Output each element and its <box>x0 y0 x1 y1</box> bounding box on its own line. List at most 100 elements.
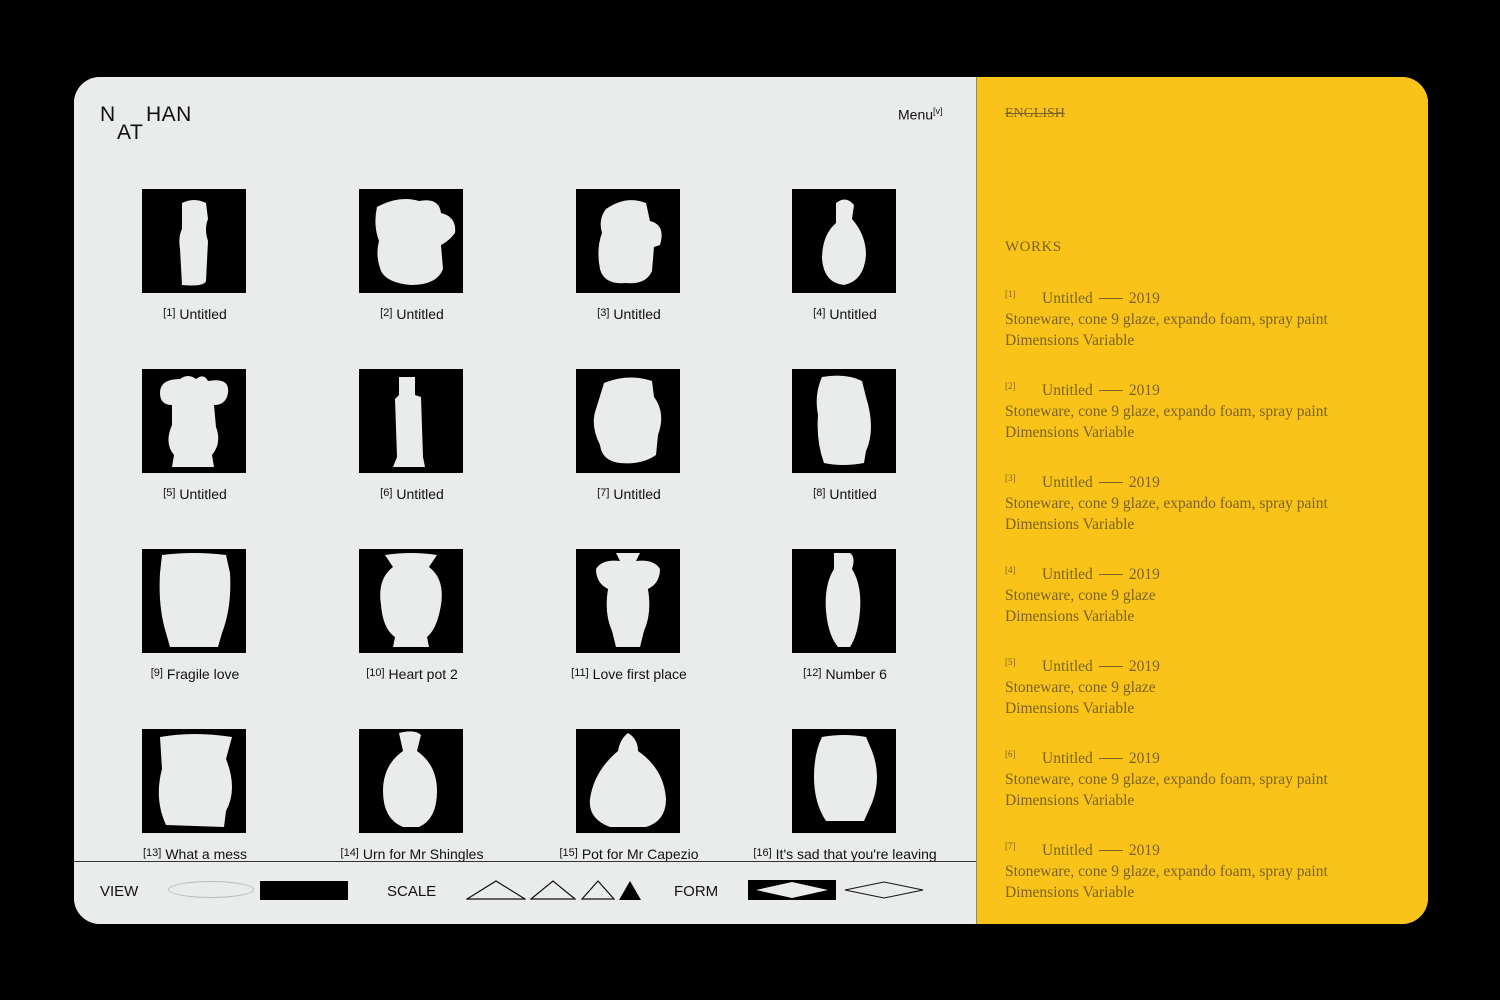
work-entry-heading: [6] Untitled 2019 <box>1005 744 1405 769</box>
work-card[interactable]: [3] Untitled <box>529 189 729 349</box>
work-entry[interactable]: [4] Untitled 2019 Stoneware, cone 9 glaze Di… <box>1005 560 1405 627</box>
work-title: Untitled <box>396 306 444 322</box>
work-card[interactable]: [6] Untitled <box>312 369 512 529</box>
work-title: Untitled <box>829 486 877 502</box>
work-entry[interactable]: [5] Untitled 2019 Stoneware, cone 9 glaze Di… <box>1005 652 1405 719</box>
work-entry[interactable]: [3] Untitled 2019 Stoneware, cone 9 glaze, … <box>1005 468 1405 535</box>
vase-silhouette-icon[interactable] <box>142 369 246 473</box>
work-card[interactable]: [11] Love first place <box>529 549 729 709</box>
work-card[interactable]: [10] Heart pot 2 <box>312 549 512 709</box>
vase-silhouette-icon[interactable] <box>359 189 463 293</box>
vase-silhouette-icon[interactable] <box>142 189 246 293</box>
work-entry-year: 2019 <box>1128 290 1160 307</box>
vase-silhouette-icon[interactable] <box>576 189 680 293</box>
work-number: [11] <box>571 667 589 679</box>
work-entry-title: Untitled <box>1042 750 1093 767</box>
work-number: [10] <box>366 667 385 679</box>
work-entry-title: Untitled <box>1042 566 1093 583</box>
vase-silhouette-icon[interactable] <box>359 729 463 833</box>
scale-medium-triangle-icon[interactable] <box>530 880 576 900</box>
scale-large-triangle-icon[interactable] <box>466 880 526 900</box>
work-entry[interactable]: [2] Untitled 2019 Stoneware, cone 9 glaze, … <box>1005 376 1405 443</box>
work-number: [2] <box>380 307 393 319</box>
work-caption: [16] It's sad that you're leaving <box>745 846 945 861</box>
work-entry-materials: Stoneware, cone 9 glaze, expando foam, s… <box>1005 771 1328 788</box>
work-caption: [9] Fragile love <box>95 666 295 682</box>
work-card[interactable]: [2] Untitled <box>312 189 512 349</box>
vase-silhouette-icon[interactable] <box>792 189 896 293</box>
work-card[interactable]: [12] Number 6 <box>745 549 945 709</box>
work-entry-title: Untitled <box>1042 658 1093 675</box>
work-card[interactable]: [1] Untitled <box>95 189 295 349</box>
work-card[interactable]: [4] Untitled <box>745 189 945 349</box>
work-title: Number 6 <box>825 666 887 682</box>
vase-silhouette-icon[interactable] <box>792 549 896 653</box>
work-entry-number: [2] <box>1005 381 1016 391</box>
work-entry-number: [4] <box>1005 565 1016 575</box>
work-entry-materials: Stoneware, cone 9 glaze, expando foam, s… <box>1005 403 1328 420</box>
work-entry-heading: [5] Untitled 2019 <box>1005 652 1405 677</box>
vase-silhouette-icon[interactable] <box>142 549 246 653</box>
work-entry-materials: Stoneware, cone 9 glaze, expando foam, s… <box>1005 863 1328 880</box>
form-diamond-filled-icon[interactable] <box>748 880 836 900</box>
work-entry-title: Untitled <box>1042 842 1093 859</box>
work-entry-heading: [3] Untitled 2019 <box>1005 468 1405 493</box>
scale-selected-triangle-icon[interactable] <box>619 880 641 900</box>
vase-silhouette-icon[interactable] <box>576 729 680 833</box>
toolbar: VIEW SCALE FORM <box>74 862 976 924</box>
work-entry[interactable]: [1] Untitled 2019 Stoneware, cone 9 glaze, … <box>1005 284 1405 351</box>
work-entry-materials: Stoneware, cone 9 glaze, expando foam, s… <box>1005 311 1328 328</box>
view-rect-button[interactable] <box>260 881 348 900</box>
work-caption: [10] Heart pot 2 <box>312 666 512 682</box>
work-title: Untitled <box>179 486 227 502</box>
work-title: Untitled <box>179 306 227 322</box>
view-oval-button[interactable] <box>168 881 254 898</box>
work-number: [16] <box>753 847 772 859</box>
work-card[interactable]: [8] Untitled <box>745 369 945 529</box>
scale-small-triangle-icon[interactable] <box>581 880 615 900</box>
work-entry-year: 2019 <box>1128 750 1160 767</box>
vase-silhouette-icon[interactable] <box>576 369 680 473</box>
vase-silhouette-icon[interactable] <box>359 369 463 473</box>
work-entry-dimensions: Dimensions Variable <box>1005 884 1135 901</box>
work-entry-number: [5] <box>1005 657 1016 667</box>
work-card[interactable]: [5] Untitled <box>95 369 295 529</box>
work-number: [5] <box>163 487 176 499</box>
work-number: [14] <box>340 847 359 859</box>
vase-silhouette-icon[interactable] <box>576 549 680 653</box>
work-entry-dimensions: Dimensions Variable <box>1005 332 1135 349</box>
work-title: Urn for Mr Shingles <box>362 846 484 861</box>
vase-silhouette-icon[interactable] <box>792 369 896 473</box>
work-entry[interactable]: [6] Untitled 2019 Stoneware, cone 9 glaze, … <box>1005 744 1405 811</box>
form-diamond-outline-icon[interactable] <box>844 880 924 900</box>
work-number: [12] <box>803 667 822 679</box>
work-entry-materials: Stoneware, cone 9 glaze, expando foam, s… <box>1005 495 1328 512</box>
work-card[interactable]: [16] It's sad that you're leaving <box>745 729 945 861</box>
work-card[interactable]: [9] Fragile love <box>95 549 295 709</box>
work-entry-heading: [1] Untitled 2019 <box>1005 284 1405 309</box>
work-entry-materials: Stoneware, cone 9 glaze <box>1005 679 1156 696</box>
work-entry-number: [6] <box>1005 749 1016 759</box>
work-entry-dimensions: Dimensions Variable <box>1005 700 1135 717</box>
dash-separator <box>1098 574 1123 575</box>
work-title: What a mess <box>165 846 248 861</box>
vase-silhouette-icon[interactable] <box>792 729 896 833</box>
app-window: N AT HAN Menu[v] [1] Untitled [2] Untitled[… <box>74 77 1428 924</box>
work-entry-materials: Stoneware, cone 9 glaze <box>1005 587 1156 604</box>
vase-silhouette-icon[interactable] <box>359 549 463 653</box>
work-card[interactable]: [14] Urn for Mr Shingles <box>312 729 512 861</box>
work-entry-dimensions: Dimensions Variable <box>1005 608 1135 625</box>
works-grid: [1] Untitled [2] Untitled [3] Untitled [4] Unti… <box>74 77 976 861</box>
vase-silhouette-icon[interactable] <box>142 729 246 833</box>
language-toggle[interactable]: ENGLISH <box>1005 106 1065 122</box>
work-card[interactable]: [13] What a mess <box>95 729 295 861</box>
work-number: [9] <box>150 667 163 679</box>
work-card[interactable]: [7] Untitled <box>529 369 729 529</box>
work-title: Untitled <box>396 486 444 502</box>
work-entry-dimensions: Dimensions Variable <box>1005 792 1135 809</box>
work-caption: [3] Untitled <box>529 306 729 322</box>
work-number: [3] <box>597 307 610 319</box>
work-number: [4] <box>813 307 826 319</box>
work-entry[interactable]: [7] Untitled 2019 Stoneware, cone 9 glaze, … <box>1005 836 1405 903</box>
work-card[interactable]: [15] Pot for Mr Capezio <box>529 729 729 861</box>
